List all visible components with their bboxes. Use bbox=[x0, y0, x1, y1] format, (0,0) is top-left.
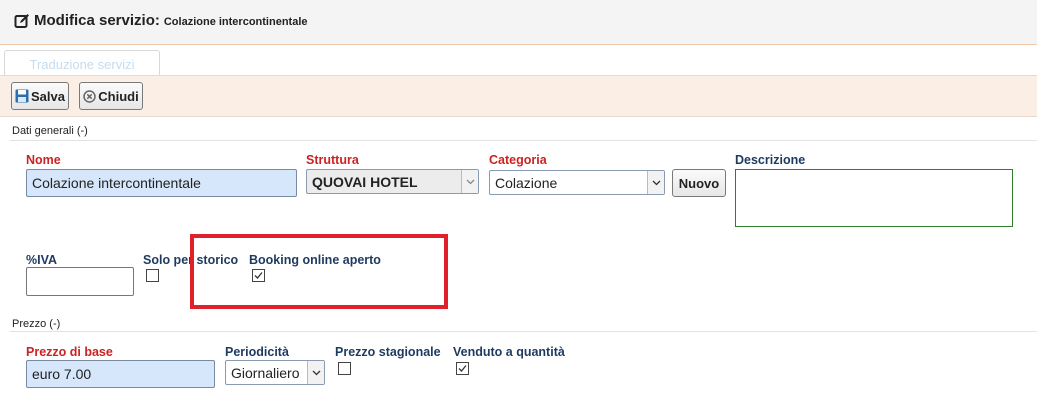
struttura-value: QUOVAI HOTEL bbox=[312, 173, 418, 190]
prezzo-base-input[interactable] bbox=[26, 360, 215, 388]
new-category-label: Nuovo bbox=[678, 175, 720, 191]
categoria-value: Colazione bbox=[495, 174, 558, 191]
struttura-label: Struttura bbox=[306, 153, 359, 167]
periodicita-value: Giornaliero bbox=[231, 364, 300, 381]
section-divider bbox=[10, 140, 1037, 141]
close-circle-icon bbox=[83, 89, 97, 103]
checkmark-icon bbox=[458, 365, 467, 372]
chevron-down-icon bbox=[461, 170, 478, 193]
prezzo-stagionale-label: Prezzo stagionale bbox=[335, 345, 441, 359]
nome-label: Nome bbox=[26, 153, 61, 167]
tab-traduzione-servizi[interactable]: Traduzione servizi bbox=[4, 50, 160, 75]
chevron-down-icon bbox=[647, 171, 664, 194]
descrizione-textarea[interactable] bbox=[735, 169, 1013, 227]
close-label: Chiudi bbox=[98, 88, 139, 104]
page-subtitle: Colazione intercontinentale bbox=[163, 16, 308, 28]
save-button[interactable]: Salva bbox=[11, 82, 69, 110]
section-general-header[interactable]: Dati generali (-) bbox=[12, 125, 88, 137]
save-icon bbox=[15, 89, 29, 103]
close-button[interactable]: Chiudi bbox=[79, 82, 143, 110]
prezzo-base-label: Prezzo di base bbox=[26, 345, 113, 359]
title-bar: Modifica servizio: Colazione intercontine… bbox=[0, 0, 1037, 45]
struttura-select[interactable]: QUOVAI HOTEL bbox=[306, 169, 479, 194]
solo-storico-checkbox[interactable] bbox=[146, 269, 159, 282]
chevron-down-icon bbox=[307, 361, 324, 384]
descrizione-label: Descrizione bbox=[735, 153, 806, 167]
toolbar: Salva Chiudi bbox=[0, 75, 1037, 117]
iva-label: %IVA bbox=[26, 253, 58, 267]
venduto-quantita-label: Venduto a quantità bbox=[453, 345, 565, 359]
categoria-select[interactable]: Colazione bbox=[489, 170, 665, 195]
venduto-quantita-checkbox[interactable] bbox=[456, 362, 469, 375]
section-divider bbox=[10, 331, 1037, 332]
tab-label: Traduzione servizi bbox=[29, 57, 135, 72]
periodicita-select[interactable]: Giornaliero bbox=[225, 360, 325, 385]
save-label: Salva bbox=[31, 88, 65, 104]
section-price-header[interactable]: Prezzo (-) bbox=[12, 318, 60, 330]
page-title: Modifica servizio: Colazione intercontine… bbox=[34, 12, 308, 29]
highlight-box bbox=[190, 234, 448, 309]
iva-input[interactable] bbox=[26, 267, 134, 296]
prezzo-stagionale-checkbox[interactable] bbox=[338, 362, 351, 375]
edit-icon bbox=[14, 14, 29, 28]
page-title-text: Modifica servizio: bbox=[34, 12, 160, 29]
nome-input[interactable] bbox=[26, 169, 297, 197]
new-category-button[interactable]: Nuovo bbox=[672, 169, 726, 197]
periodicita-label: Periodicità bbox=[225, 345, 289, 359]
categoria-label: Categoria bbox=[489, 153, 547, 167]
